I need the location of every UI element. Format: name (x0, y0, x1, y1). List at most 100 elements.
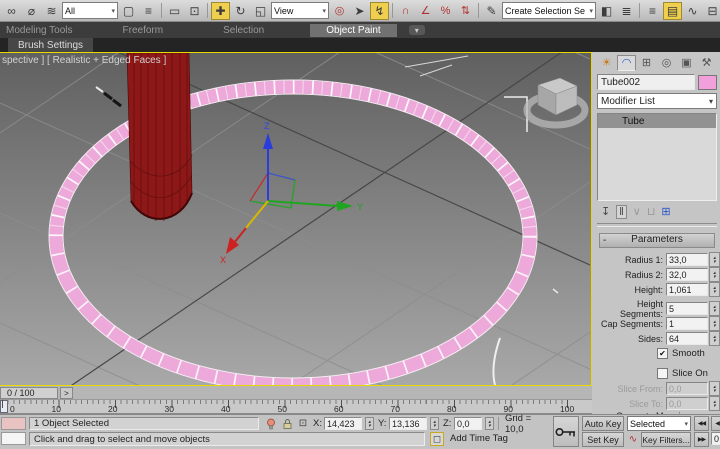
make-unique-icon[interactable]: ∨ (633, 205, 641, 218)
perspective-viewport[interactable]: spective ] [ Realistic + Edged Faces ] (0, 52, 592, 386)
time-slider-track[interactable]: 0 / 100 > (0, 386, 592, 400)
absolute-offset-toggle-icon[interactable]: ⊡ (296, 417, 310, 430)
move-gizmo[interactable]: Z Y X (220, 121, 363, 265)
viewport-label[interactable]: spective ] [ Realistic + Edged Faces ] (2, 55, 166, 66)
set-keys-button[interactable] (553, 416, 579, 447)
slice-on-checkbox[interactable] (657, 368, 668, 379)
spin-down-icon[interactable]: ▾ (713, 309, 716, 313)
cap-segments-field[interactable]: 1 (666, 317, 708, 330)
modifier-stack[interactable]: Tube (597, 113, 717, 201)
spin-down-icon[interactable]: ▾ (713, 324, 716, 328)
default-in-out-tangents-icon[interactable]: ∿ (626, 432, 640, 447)
tab-brush-settings[interactable]: Brush Settings (8, 38, 93, 52)
configure-modifier-sets-icon[interactable]: ⊞ (661, 205, 670, 218)
tab-selection[interactable]: Selection (213, 24, 274, 37)
x-spinner[interactable]: ▴▾ (365, 417, 374, 430)
manage-layers-icon[interactable]: ≡ (643, 2, 662, 20)
height-segments-spinner[interactable]: ▴▾ (709, 301, 720, 316)
percent-snap-toggle-icon[interactable]: % (436, 2, 455, 20)
schematic-view-icon[interactable]: ⊟ (703, 2, 720, 20)
angle-snap-toggle-icon[interactable]: ∠ (416, 2, 435, 20)
next-frame-button[interactable]: > (60, 387, 73, 399)
auto-key-button[interactable]: Auto Key (582, 416, 624, 431)
create-tab-icon[interactable]: ☀ (597, 55, 616, 71)
sides-field[interactable]: 64 (666, 332, 708, 345)
use-pivot-point-center-icon[interactable]: ◎ (330, 2, 349, 20)
spinner-snap-toggle-icon[interactable]: ⇅ (456, 2, 475, 20)
named-selection-sets-dropdown[interactable]: Create Selection Se ▾ (502, 2, 596, 19)
radius1-spinner[interactable]: ▴▾ (709, 252, 720, 267)
snaps-toggle-3d-icon[interactable]: ∩ (396, 2, 415, 20)
edit-named-selection-sets-icon[interactable]: ✎ (482, 2, 501, 20)
unlink-selection-icon[interactable]: ⌀ (22, 2, 41, 20)
y-coord-field[interactable]: 13,136 (389, 417, 427, 430)
stack-item-tube[interactable]: Tube (598, 114, 716, 128)
parameters-rollout-header[interactable]: - Parameters (599, 233, 715, 248)
select-by-name-icon[interactable]: ≡ (139, 2, 158, 20)
reference-coordinate-dropdown[interactable]: View ▾ (271, 2, 329, 19)
y-spinner[interactable]: ▴▾ (430, 417, 439, 430)
spin-down-icon[interactable]: ▾ (713, 339, 716, 343)
z-coord-field[interactable]: 0,0 (454, 417, 482, 430)
select-and-scale-icon[interactable]: ◱ (251, 2, 270, 20)
spin-down-icon[interactable]: ▾ (433, 424, 436, 428)
go-to-end-button[interactable]: ▶▶ (694, 432, 709, 447)
rectangular-selection-region-icon[interactable]: ▭ (165, 2, 184, 20)
show-end-result-icon[interactable]: ‖ (616, 205, 627, 219)
curve-editor-icon[interactable]: ∿ (683, 2, 702, 20)
cap-segments-spinner[interactable]: ▴▾ (709, 316, 720, 331)
select-and-move-icon[interactable]: ✚ (211, 2, 230, 20)
remove-modifier-icon[interactable]: ⊔ (647, 205, 656, 218)
adaptive-degradation-icon[interactable]: ◻ (430, 432, 444, 446)
tube-ring-object[interactable] (49, 80, 537, 385)
object-color-swatch[interactable] (698, 75, 717, 90)
previous-frame-button[interactable]: ◀ (711, 416, 720, 431)
pin-stack-icon[interactable]: ↧ (601, 205, 610, 218)
graphite-modeling-tools-icon[interactable]: ▤ (663, 2, 682, 20)
object-name-field[interactable]: Tube002 (597, 74, 695, 90)
spin-down-icon[interactable]: ▾ (713, 275, 716, 279)
ribbon-menu-icon[interactable]: ▾ (409, 25, 425, 35)
select-and-rotate-icon[interactable]: ↻ (231, 2, 250, 20)
key-filters-button[interactable]: Key Filters... (641, 432, 691, 447)
spin-down-icon[interactable]: ▾ (713, 260, 716, 264)
radius1-field[interactable]: 33,0 (666, 253, 708, 266)
maxscript-mini-listener-white[interactable] (1, 432, 26, 445)
select-and-link-icon[interactable]: ∞ (2, 2, 21, 20)
tab-freeform[interactable]: Freeform (113, 24, 174, 37)
time-slider-handle[interactable]: 0 / 100 (0, 387, 58, 399)
utilities-tab-icon[interactable]: ⚒ (697, 55, 716, 71)
z-spinner[interactable]: ▴▾ (485, 417, 494, 430)
add-time-tag[interactable]: Add Time Tag (450, 433, 508, 444)
tab-object-paint[interactable]: Object Paint (310, 24, 396, 37)
select-and-manipulate-icon[interactable]: ➤ (350, 2, 369, 20)
height-spinner[interactable]: ▴▾ (709, 282, 720, 297)
smooth-checkbox[interactable]: ✔ (657, 348, 668, 359)
modifier-list-dropdown[interactable]: Modifier List ▾ (597, 93, 717, 109)
height-field[interactable]: 1,061 (666, 283, 708, 296)
hierarchy-tab-icon[interactable]: ⊞ (637, 55, 656, 71)
height-segments-field[interactable]: 5 (666, 302, 708, 315)
set-key-button[interactable]: Set Key (582, 432, 624, 447)
select-object-icon[interactable]: ▢ (119, 2, 138, 20)
x-coord-field[interactable]: 14,423 (324, 417, 362, 430)
isolate-selection-icon[interactable] (264, 417, 278, 430)
radius2-field[interactable]: 32,0 (666, 268, 708, 281)
bind-to-space-warp-icon[interactable]: ≋ (42, 2, 61, 20)
tab-modeling-tools[interactable]: Modeling Tools (0, 24, 83, 37)
display-tab-icon[interactable]: ▣ (677, 55, 696, 71)
track-bar[interactable]: 0102030405060708090100 (0, 400, 592, 414)
motion-tab-icon[interactable]: ◎ (657, 55, 676, 71)
sides-spinner[interactable]: ▴▾ (709, 331, 720, 346)
key-mode-dropdown[interactable]: Selected ▾ (627, 416, 691, 431)
spin-down-icon[interactable]: ▾ (368, 424, 371, 428)
spin-down-icon[interactable]: ▾ (713, 290, 716, 294)
selection-filter-dropdown[interactable]: All ▾ (62, 2, 118, 19)
maxscript-mini-listener-pink[interactable] (1, 417, 26, 430)
modify-tab-icon[interactable]: ◠ (617, 55, 636, 71)
go-to-start-button[interactable]: ◀◀ (694, 416, 709, 431)
radius2-spinner[interactable]: ▴▾ (709, 267, 720, 282)
viewcube[interactable] (527, 78, 585, 125)
mirror-icon[interactable]: ◧ (597, 2, 616, 20)
window-crossing-icon[interactable]: ⊡ (185, 2, 204, 20)
